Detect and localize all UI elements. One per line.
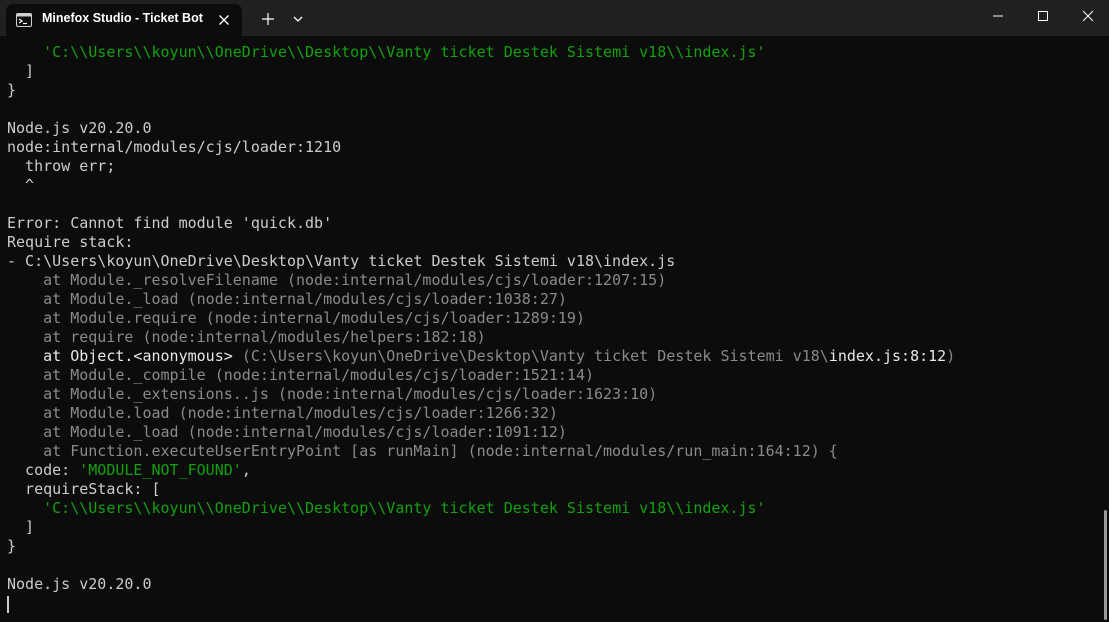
terminal-text: Require stack: (7, 233, 134, 251)
terminal-text: at Object.<anonymous> (7, 347, 242, 365)
terminal-line: at Object.<anonymous> (C:\Users\koyun\On… (7, 347, 955, 366)
terminal-text: node:internal/modules/cjs/loader:1210 (7, 138, 342, 156)
terminal-text: at Module._compile (node:internal/module… (7, 366, 594, 384)
scrollbar-thumb[interactable] (1104, 510, 1107, 620)
terminal-line: Error: Cannot find module 'quick.db' (7, 214, 955, 233)
terminal-line: 'C:\\Users\\koyun\\OneDrive\\Desktop\\Va… (7, 499, 955, 518)
terminal-line: at require (node:internal/modules/helper… (7, 328, 955, 347)
chevron-down-icon[interactable] (286, 8, 310, 30)
terminal-text: at require (node:internal/modules/helper… (7, 328, 486, 346)
text-cursor (7, 596, 9, 613)
terminal-line: } (7, 537, 955, 556)
title-bar[interactable]: Minefox Studio - Ticket Bot (0, 0, 1109, 36)
tab-title: Minefox Studio - Ticket Bot (42, 11, 203, 25)
terminal-line: Node.js v20.20.0 (7, 575, 955, 594)
terminal-line: at Module._compile (node:internal/module… (7, 366, 955, 385)
terminal-line: 'C:\\Users\\koyun\\OneDrive\\Desktop\\Va… (7, 43, 955, 62)
terminal-line: throw err; (7, 157, 955, 176)
maximize-icon[interactable] (1020, 0, 1066, 32)
terminal-line: at Module._load (node:internal/modules/c… (7, 290, 955, 309)
terminal-text: ) (946, 347, 956, 365)
terminal-line: ^ (7, 176, 955, 195)
terminal-line: code: 'MODULE_NOT_FOUND', (7, 461, 955, 480)
terminal-text: throw err; (7, 157, 116, 175)
terminal-text: at Module.require (node:internal/modules… (7, 309, 585, 327)
terminal-line: - C:\Users\koyun\OneDrive\Desktop\Vanty … (7, 252, 955, 271)
terminal-line: Require stack: (7, 233, 955, 252)
terminal-text: 'C:\\Users\\koyun\\OneDrive\\Desktop\\Va… (43, 499, 766, 517)
terminal-text: at Module._load (node:internal/modules/c… (7, 423, 567, 441)
terminal-line: at Module._resolveFilename (node:interna… (7, 271, 955, 290)
terminal-text: 'MODULE_NOT_FOUND' (79, 461, 242, 479)
close-icon[interactable] (214, 10, 234, 30)
terminal-line: at Function.executeUserEntryPoint [as ru… (7, 442, 955, 461)
terminal-text: } (7, 81, 17, 99)
terminal-text: at Module._extensions..js (node:internal… (7, 385, 658, 403)
terminal-text: 'C:\\Users\\koyun\\OneDrive\\Desktop\\Va… (43, 43, 766, 61)
terminal-line: at Module.require (node:internal/modules… (7, 309, 955, 328)
terminal-line: at Module._extensions..js (node:internal… (7, 385, 955, 404)
terminal-text: ] (7, 62, 35, 80)
tab-ticket-bot[interactable]: Minefox Studio - Ticket Bot (6, 4, 242, 36)
terminal-text: requireStack: [ (7, 480, 161, 498)
terminal-text: } (7, 537, 17, 555)
terminal-lines: 'C:\\Users\\koyun\\OneDrive\\Desktop\\Va… (7, 43, 955, 613)
terminal-icon (16, 13, 32, 27)
terminal-output[interactable]: 'C:\\Users\\koyun\\OneDrive\\Desktop\\Va… (0, 36, 1100, 622)
terminal-text: Error: Cannot find module 'quick.db' (7, 214, 333, 232)
terminal-text: code: (7, 461, 80, 479)
terminal-text: index.js:8:12 (828, 347, 947, 365)
terminal-text: at Module._load (node:internal/modules/c… (7, 290, 567, 308)
prompt-line[interactable] (7, 594, 955, 613)
terminal-line: ] (7, 518, 955, 537)
terminal-line: Node.js v20.20.0 (7, 119, 955, 138)
terminal-text: Node.js v20.20.0 (7, 575, 152, 593)
terminal-text: (C:\Users\koyun\OneDrive\Desktop\Vanty t… (241, 347, 829, 365)
terminal-text: , (241, 461, 251, 479)
terminal-text: Node.js v20.20.0 (7, 119, 152, 137)
terminal-line: at Module.load (node:internal/modules/cj… (7, 404, 955, 423)
plus-icon[interactable] (256, 8, 280, 30)
scrollbar[interactable] (1100, 36, 1109, 622)
terminal-text: ] (7, 518, 35, 536)
terminal-text: - C:\Users\koyun\OneDrive\Desktop\Vanty … (7, 252, 676, 270)
terminal-text: at Function.executeUserEntryPoint [as ru… (7, 442, 838, 460)
minimize-icon[interactable] (975, 0, 1021, 32)
terminal-line: ] (7, 62, 955, 81)
terminal-text: at Module.load (node:internal/modules/cj… (7, 404, 558, 422)
terminal-text: at Module._resolveFilename (node:interna… (7, 271, 667, 289)
terminal-line: requireStack: [ (7, 480, 955, 499)
terminal-text: ^ (7, 176, 35, 194)
terminal-line: } (7, 81, 955, 100)
terminal-line: node:internal/modules/cjs/loader:1210 (7, 138, 955, 157)
close-icon[interactable] (1065, 0, 1109, 32)
terminal-window: Minefox Studio - Ticket Bot 'C:\\Users\\… (0, 0, 1109, 622)
terminal-line: at Module._load (node:internal/modules/c… (7, 423, 955, 442)
